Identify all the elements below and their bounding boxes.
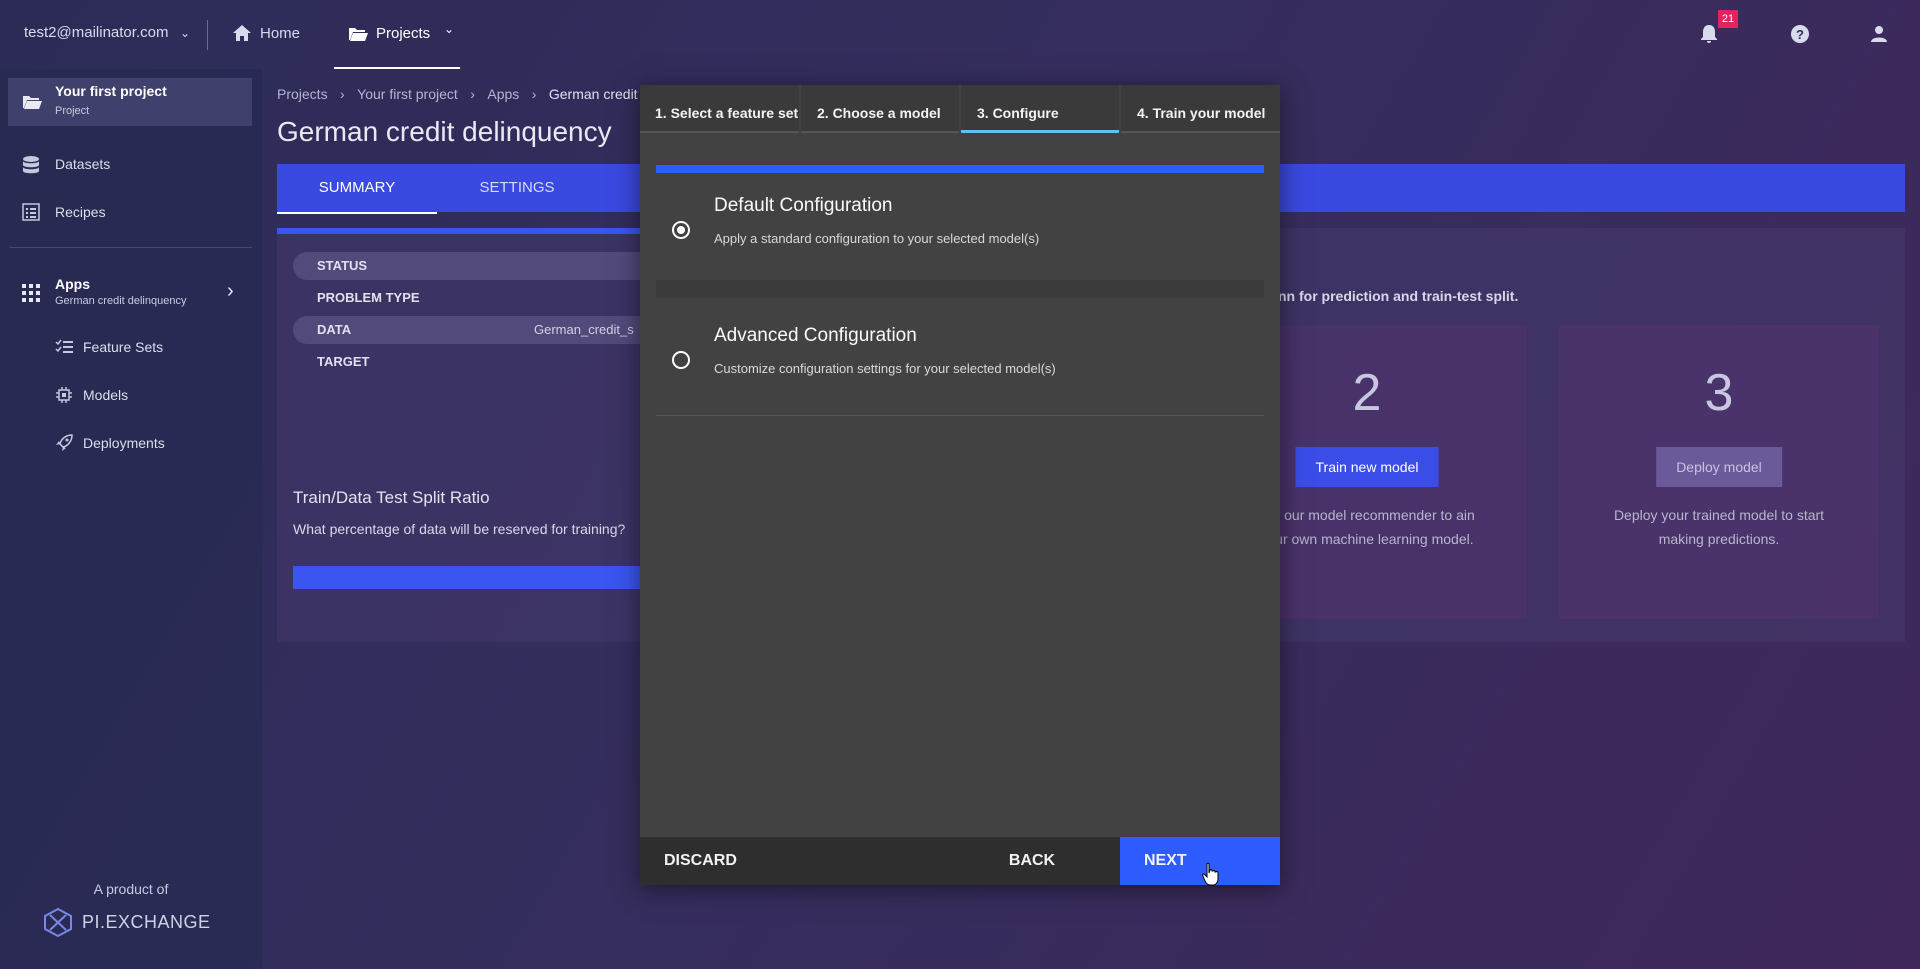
datasets-label: Datasets xyxy=(55,156,111,172)
sidebar-item-feature-sets[interactable]: Feature Sets xyxy=(55,336,245,360)
bell-icon xyxy=(1700,24,1718,44)
divider xyxy=(207,20,208,50)
hand-pointer-icon xyxy=(1202,862,1220,886)
projects-menu[interactable]: Projects ⌄ xyxy=(334,0,460,69)
tab-settings[interactable]: SETTINGS xyxy=(437,164,597,212)
radio-advanced-configuration[interactable] xyxy=(672,351,690,369)
page-title: German credit delinquency xyxy=(277,116,612,147)
sidebar: Your first project Project Datasets Reci… xyxy=(0,69,262,969)
account-email: test2@mailinator.com xyxy=(24,24,169,41)
chevron-down-icon: ⌄ xyxy=(444,22,455,36)
checklist-icon xyxy=(55,339,73,355)
split-question: What percentage of data will be reserved… xyxy=(293,521,626,537)
option-subtitle: Apply a standard configuration to your s… xyxy=(714,231,1040,246)
dialog-footer: DISCARD BACK NEXT xyxy=(640,837,1280,885)
sidebar-item-recipes[interactable]: Recipes xyxy=(22,201,242,225)
chevron-right-icon: › xyxy=(470,86,475,102)
home-icon xyxy=(232,24,252,42)
product-of-label: A product of xyxy=(93,881,169,897)
brand-name: PI.EXCHANGE xyxy=(82,912,211,932)
sidebar-item-deployments[interactable]: Deployments xyxy=(55,432,245,456)
wizard-progress-bar xyxy=(656,165,1264,173)
train-card-description: low our model recommender to ain your ow… xyxy=(1259,507,1475,547)
folder-open-icon xyxy=(348,26,368,42)
option-title: Advanced Configuration xyxy=(714,325,917,346)
chevron-right-icon: › xyxy=(340,86,345,102)
pi-exchange-logo-icon xyxy=(42,907,74,937)
next-label: NEXT xyxy=(1144,852,1187,869)
home-label: Home xyxy=(260,25,301,42)
train-new-model-button[interactable]: Train new model xyxy=(1295,447,1439,487)
user-icon[interactable] xyxy=(1870,24,1888,44)
models-label: Models xyxy=(83,387,129,403)
sidebar-divider xyxy=(10,247,252,248)
summary-row-data: DATA German_credit_s xyxy=(293,316,653,344)
deployments-label: Deployments xyxy=(83,435,165,451)
breadcrumb-apps[interactable]: Apps xyxy=(487,86,519,102)
radio-default-configuration[interactable] xyxy=(672,221,690,239)
sidebar-project-item[interactable]: Your first project Project xyxy=(8,78,252,126)
split-slider[interactable] xyxy=(293,566,653,589)
account-menu[interactable]: test2@mailinator.com ⌄ xyxy=(24,24,190,41)
svg-text:?: ? xyxy=(1796,27,1804,42)
breadcrumb: Projects › Your first project › Apps › G… xyxy=(277,86,687,104)
panel-progress xyxy=(277,228,657,234)
sidebar-item-apps[interactable]: Apps German credit delinquency › xyxy=(22,276,244,310)
project-name: Your first project xyxy=(55,83,167,99)
brand-logo: PI.EXCHANGE xyxy=(42,907,232,937)
option-title: Default Configuration xyxy=(714,195,893,216)
step-number: 3 xyxy=(1704,364,1734,422)
split-title: Train/Data Test Split Ratio xyxy=(293,488,490,507)
problem-type-label: PROBLEM TYPE xyxy=(317,290,420,305)
notification-badge: 21 xyxy=(1718,10,1738,28)
deploy-card: 3 Deploy model Deploy your trained model… xyxy=(1559,325,1879,619)
option-separator xyxy=(656,280,1264,298)
recipes-label: Recipes xyxy=(55,204,106,220)
sidebar-item-datasets[interactable]: Datasets xyxy=(22,153,242,177)
summary-row-target: TARGET xyxy=(293,348,653,376)
deploy-card-description: Deploy your trained model to start makin… xyxy=(1613,507,1825,547)
rocket-icon xyxy=(55,434,73,452)
notifications-button[interactable]: 21 xyxy=(1700,10,1738,44)
deploy-model-button[interactable]: Deploy model xyxy=(1656,447,1782,487)
train-model-dialog: 1. Select a feature set 2. Choose a mode… xyxy=(640,85,1280,885)
discard-button[interactable]: DISCARD xyxy=(664,837,737,885)
folder-open-icon xyxy=(22,94,42,110)
breadcrumb-project[interactable]: Your first project xyxy=(357,86,458,102)
project-type: Project xyxy=(55,105,90,117)
feature-sets-label: Feature Sets xyxy=(83,339,164,355)
step-choose-model[interactable]: 2. Choose a model xyxy=(801,85,959,133)
step-configure[interactable]: 3. Configure xyxy=(961,85,1119,133)
next-button[interactable]: NEXT xyxy=(1120,837,1280,885)
status-label: STATUS xyxy=(317,258,368,273)
summary-row-status: STATUS xyxy=(293,252,653,280)
radio-selected-dot xyxy=(677,226,685,234)
sidebar-item-models[interactable]: Models xyxy=(55,384,245,408)
apps-sub-label: German credit delinquency xyxy=(55,295,187,307)
chevron-right-icon: › xyxy=(227,280,234,302)
database-icon xyxy=(22,155,40,175)
projects-label: Projects xyxy=(376,25,431,42)
help-icon[interactable]: ? xyxy=(1790,24,1810,44)
tab-summary[interactable]: SUMMARY xyxy=(277,164,437,214)
hint-text: nn for prediction and train-test split. xyxy=(1278,288,1519,304)
option-advanced-configuration[interactable]: Advanced Configuration Customize configu… xyxy=(656,303,1264,416)
step-train-model[interactable]: 4. Train your model xyxy=(1121,85,1280,133)
chevron-down-icon: ⌄ xyxy=(180,26,191,40)
chip-icon xyxy=(55,386,73,404)
top-bar: test2@mailinator.com ⌄ Home Projects ⌄ 2… xyxy=(0,0,1920,69)
list-icon xyxy=(22,203,40,221)
option-default-configuration[interactable]: Default Configuration Apply a standard c… xyxy=(656,173,1264,289)
back-button[interactable]: BACK xyxy=(984,837,1080,885)
data-value: German_credit_s xyxy=(534,322,634,337)
chevron-right-icon: › xyxy=(531,86,537,102)
breadcrumb-projects[interactable]: Projects xyxy=(277,86,328,102)
option-subtitle: Customize configuration settings for you… xyxy=(714,361,1056,376)
summary-row-problem-type: PROBLEM TYPE xyxy=(293,284,653,312)
grid-icon xyxy=(22,284,40,302)
target-label: TARGET xyxy=(317,354,370,369)
step-select-feature-set[interactable]: 1. Select a feature set xyxy=(640,85,799,133)
apps-label: Apps xyxy=(55,276,90,292)
data-label: DATA xyxy=(317,322,352,337)
